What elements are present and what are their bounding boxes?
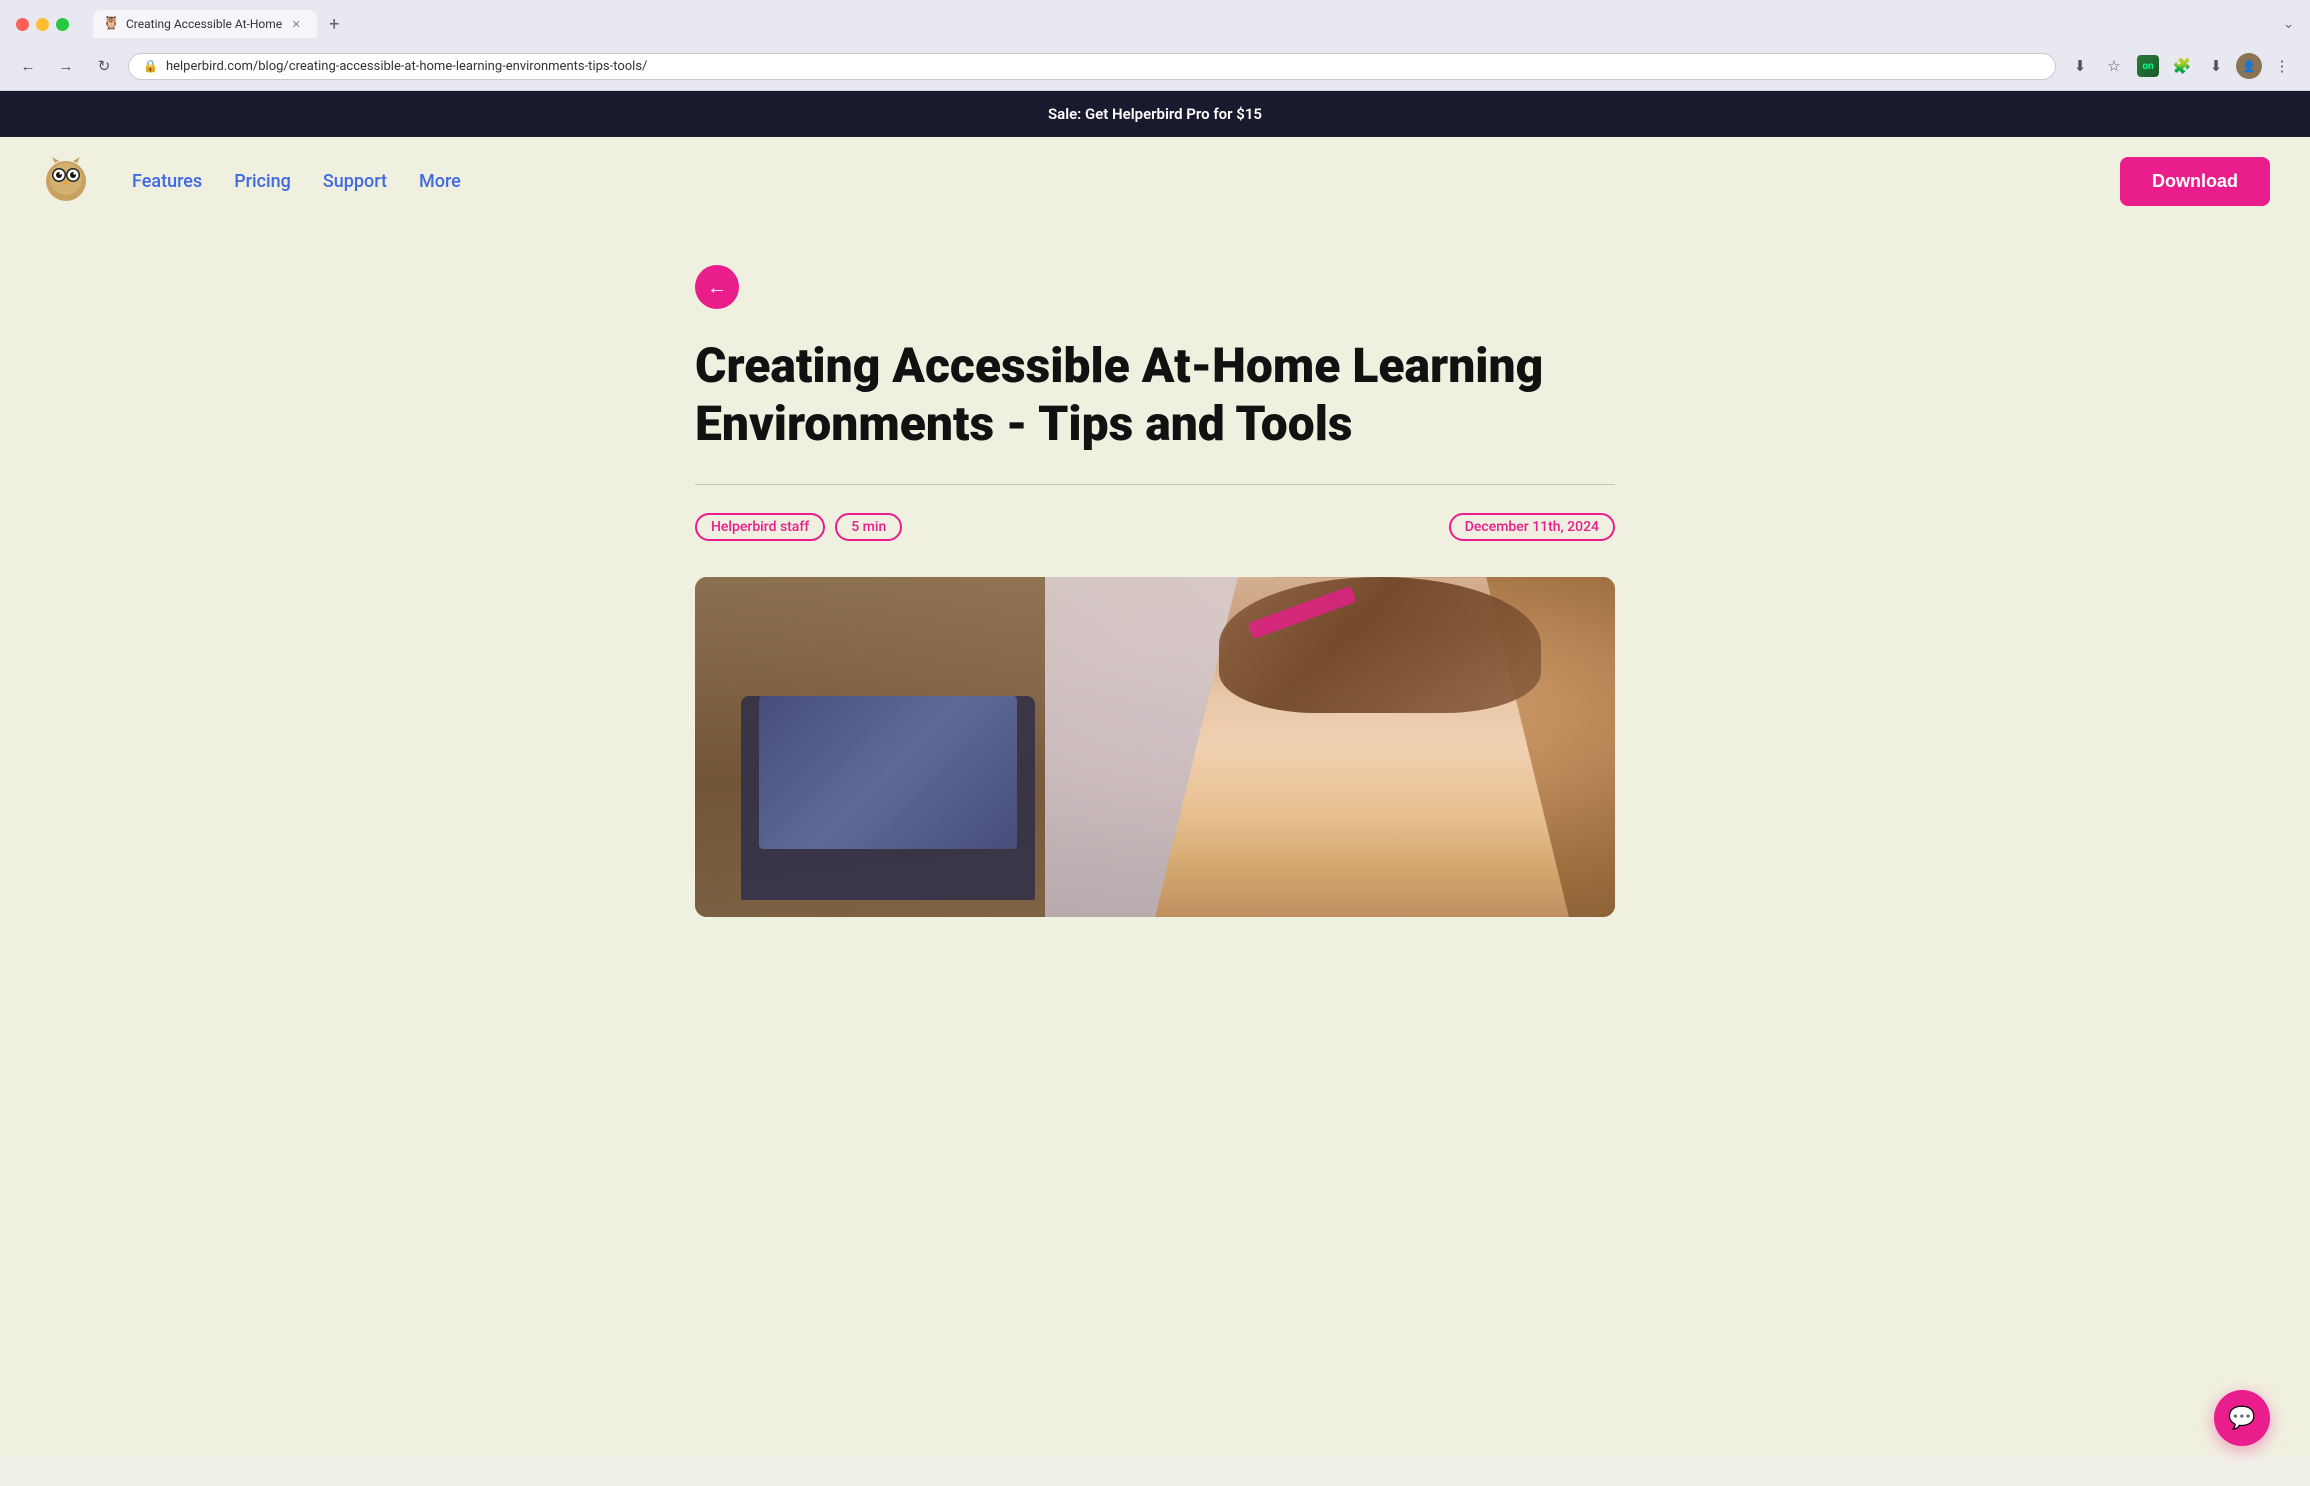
promo-banner[interactable]: Sale: Get Helperbird Pro for $15 bbox=[0, 91, 2310, 137]
browser-toolbar: ← → ↻ 🔒 helperbird.com/blog/creating-acc… bbox=[0, 46, 2310, 90]
nav-left: Features Pricing Support More bbox=[40, 153, 461, 209]
close-window-button[interactable] bbox=[16, 18, 29, 31]
download-button[interactable]: ⬇ bbox=[2202, 52, 2230, 80]
tab-bar: 🦉 Creating Accessible At-Home ✕ + ⌄ bbox=[93, 10, 2294, 38]
nav-download-button[interactable]: Download bbox=[2120, 157, 2270, 206]
url-display: helperbird.com/blog/creating-accessible-… bbox=[166, 59, 2041, 74]
hair-detail bbox=[1219, 577, 1541, 713]
nav-more-link[interactable]: More bbox=[419, 171, 461, 192]
bookmark-button[interactable]: ☆ bbox=[2100, 52, 2128, 80]
extensions-button[interactable]: 🧩 bbox=[2168, 52, 2196, 80]
tab-favicon: 🦉 bbox=[103, 16, 119, 32]
active-tab[interactable]: 🦉 Creating Accessible At-Home ✕ bbox=[93, 10, 317, 38]
tab-title: Creating Accessible At-Home bbox=[126, 17, 282, 31]
extension-badge: on bbox=[2137, 55, 2159, 77]
meta-tags: Helperbird staff 5 min bbox=[695, 513, 902, 541]
image-background bbox=[695, 577, 1615, 917]
window-controls bbox=[16, 18, 69, 31]
nav-pricing-link[interactable]: Pricing bbox=[234, 171, 291, 192]
reload-button[interactable]: ↻ bbox=[90, 52, 118, 80]
website-content: Sale: Get Helperbird Pro for $15 bbox=[0, 91, 2310, 1457]
nav-links: Features Pricing Support More bbox=[132, 171, 461, 192]
article-meta: Helperbird staff 5 min December 11th, 20… bbox=[695, 513, 1615, 541]
article-hero-image bbox=[695, 577, 1615, 917]
author-tag: Helperbird staff bbox=[695, 513, 825, 541]
back-arrow-icon: ← bbox=[707, 275, 727, 300]
publish-date-tag: December 11th, 2024 bbox=[1449, 513, 1615, 541]
helperbird-extension-icon[interactable]: on bbox=[2134, 52, 2162, 80]
nav-support-link[interactable]: Support bbox=[323, 171, 387, 192]
menu-button[interactable]: ⋮ bbox=[2268, 52, 2296, 80]
minimize-window-button[interactable] bbox=[36, 18, 49, 31]
screenshot-button[interactable]: ⬇ bbox=[2066, 52, 2094, 80]
main-content: ← Creating Accessible At-Home Learning E… bbox=[675, 225, 1635, 957]
site-logo[interactable] bbox=[40, 153, 92, 209]
article-title: Creating Accessible At-Home Learning Env… bbox=[695, 337, 1595, 452]
laptop-screen-bg bbox=[759, 696, 1017, 849]
tab-close-button[interactable]: ✕ bbox=[289, 17, 303, 31]
toolbar-actions: ⬇ ☆ on 🧩 ⬇ 👤 ⋮ bbox=[2066, 52, 2296, 80]
article-divider bbox=[695, 484, 1615, 485]
site-navigation: Features Pricing Support More Download bbox=[0, 137, 2310, 225]
browser-titlebar: 🦉 Creating Accessible At-Home ✕ + ⌄ bbox=[0, 0, 2310, 46]
maximize-window-button[interactable] bbox=[56, 18, 69, 31]
back-button[interactable]: ← bbox=[14, 52, 42, 80]
new-tab-button[interactable]: + bbox=[323, 14, 345, 35]
address-bar[interactable]: 🔒 helperbird.com/blog/creating-accessibl… bbox=[128, 53, 2056, 80]
tab-expand-button[interactable]: ⌄ bbox=[2283, 17, 2294, 32]
back-to-blog-button[interactable]: ← bbox=[695, 265, 739, 309]
chat-icon: 💬 bbox=[2228, 1406, 2255, 1431]
profile-button[interactable]: 👤 bbox=[2236, 53, 2262, 79]
promo-text: Sale: Get Helperbird Pro for $15 bbox=[1048, 105, 1262, 123]
read-time-tag: 5 min bbox=[835, 513, 902, 541]
nav-features-link[interactable]: Features bbox=[132, 171, 202, 192]
forward-button[interactable]: → bbox=[52, 52, 80, 80]
logo-icon bbox=[40, 153, 92, 205]
security-icon: 🔒 bbox=[143, 59, 158, 73]
browser-chrome: 🦉 Creating Accessible At-Home ✕ + ⌄ ← → … bbox=[0, 0, 2310, 91]
chat-widget-button[interactable]: 💬 bbox=[2214, 1390, 2270, 1446]
